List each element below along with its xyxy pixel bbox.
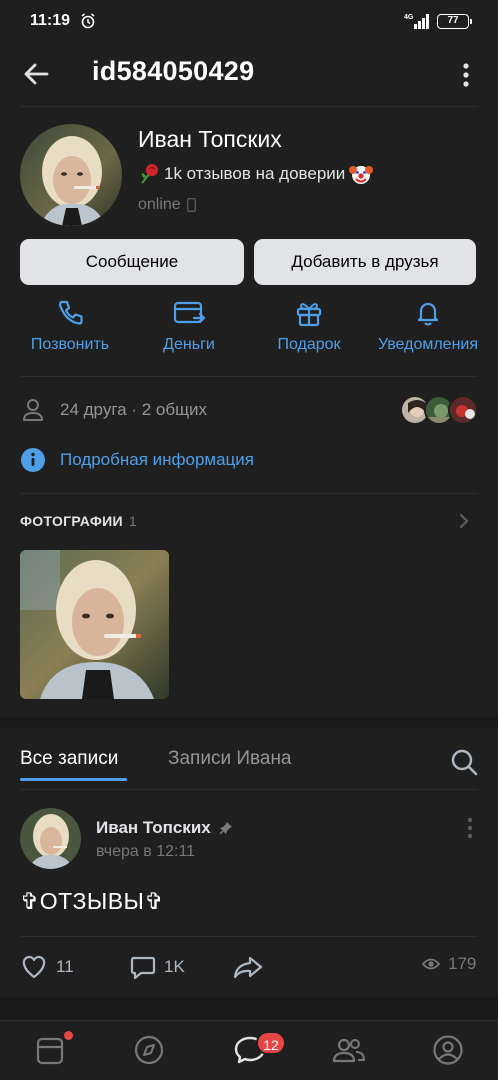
tab-all-posts[interactable]: Все записи [20,748,118,770]
comments-count: 1K [164,957,185,976]
explore-icon[interactable] [134,1035,164,1065]
tab-underline [20,778,127,781]
share-button[interactable] [232,954,264,980]
post-time: вчера в 12:11 [96,843,196,860]
news-notification-dot [64,1031,73,1040]
comment-button[interactable]: 1K [130,954,185,980]
online-status: online [138,196,196,214]
profile-status: 1k отзывов на доверии [138,162,374,186]
action-call-label: Позвонить [30,336,110,353]
action-notifications[interactable]: Уведомления [373,298,483,354]
photos-header[interactable]: ФОТОГРАФИИ 1 [20,513,137,529]
profile-icon[interactable] [432,1035,464,1065]
action-gift[interactable]: Подарок [254,298,364,354]
profile-card: Иван Топских 1k отзывов на доверии onlin… [0,106,498,718]
money-icon [173,301,206,324]
user-icon [23,399,43,421]
post-more-icon[interactable] [466,816,474,840]
mobile-device-icon [186,198,196,212]
action-call[interactable]: Позвонить [15,298,125,354]
post-text: ✞ОТЗЫВЫ✞ [20,888,165,914]
action-gift-label: Подарок [277,336,341,353]
profile-name: Иван Топских [138,126,282,152]
back-arrow-icon[interactable] [22,60,50,88]
details-label: Подробная информация [60,450,254,469]
friends-row[interactable]: 24 друга · 2 общих [20,397,207,423]
photo-thumbnail[interactable] [20,550,169,699]
action-money[interactable]: Деньги [134,298,244,354]
info-icon [21,448,45,472]
action-notifications-label: Уведомления [377,336,479,353]
post-author-name: Иван Топских [96,818,211,837]
post-author[interactable]: Иван Топских [96,818,233,838]
more-vertical-icon[interactable] [456,62,476,90]
wall-section: Все записи Записи Ивана Иван Топских вче… [0,728,498,998]
photos-count: 1 [128,513,137,529]
alarm-icon [81,13,95,29]
friend-avatar [448,395,478,425]
clown-emoji-icon [349,166,374,184]
messages-badge: 12 [256,1031,286,1055]
news-feed-icon[interactable] [36,1035,64,1065]
pin-icon [219,822,232,835]
signal-icon: 4G [404,14,429,29]
mutual-friends-avatars[interactable] [400,395,478,425]
photos-title: ФОТОГРАФИИ [20,513,123,529]
comment-icon [130,956,156,980]
page-title: id584050429 [92,56,255,86]
action-money-label: Деньги [163,336,215,353]
top-bar: id584050429 [0,44,498,106]
bottom-nav: 12 [0,1020,498,1080]
friends-icon[interactable] [332,1035,366,1065]
message-button[interactable]: Сообщение [20,239,244,285]
add-friend-button[interactable]: Добавить в друзья [254,239,476,285]
post-author-avatar[interactable] [20,808,81,869]
status-bar: 11:19 4G 77 [0,0,498,44]
avatar[interactable] [20,124,122,226]
profile-status-text: 1k отзывов на доверии [164,164,346,183]
eye-icon [422,958,440,970]
chevron-right-icon[interactable] [458,512,470,530]
share-icon [233,956,263,979]
details-row[interactable]: Подробная информация [20,447,254,473]
views-count: 179 [448,954,477,973]
bell-icon [417,302,439,326]
tab-owner-posts[interactable]: Записи Ивана [168,748,292,770]
status-time: 11:19 [30,12,71,29]
heart-icon [22,955,46,979]
likes-count: 11 [56,957,74,976]
svg-text:4G: 4G [404,14,414,21]
gift-icon [296,303,322,327]
friends-count: 24 друга · 2 общих [60,400,208,419]
rose-emoji-icon [141,164,158,184]
phone-icon [58,300,83,325]
battery-icon: 77 [437,14,472,29]
like-button[interactable]: 11 [20,954,74,980]
online-label: online [138,196,181,213]
views: 179 [422,954,476,974]
search-icon[interactable] [450,748,478,776]
